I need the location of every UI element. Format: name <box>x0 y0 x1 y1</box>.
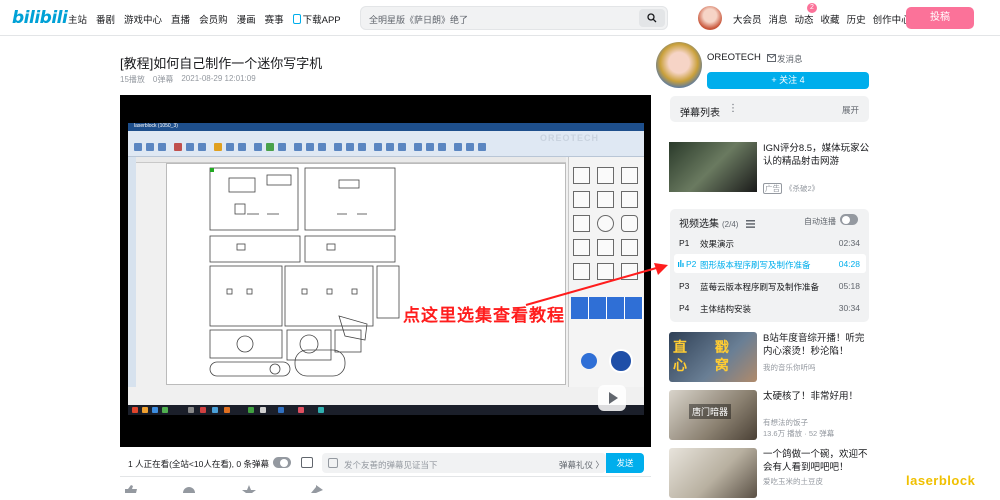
rec-title[interactable]: 太硬核了！非常好用！ <box>763 390 869 403</box>
playing-icon <box>678 260 684 267</box>
video-collection-panel: 视频选集 (2/4) 自动连播 P1 效果演示 02:34 P2 图形版本程序刷写… <box>670 209 869 322</box>
envelope-icon <box>767 54 776 62</box>
danmaku-send-bar: 1 人正在看(全站<10人在看), 0 条弹幕 发个友善的弹幕见证当下 弹幕礼仪… <box>120 449 651 477</box>
episode-item-p2[interactable]: P2 图形版本程序刷写及制作准备 04:28 <box>674 254 866 273</box>
rec-thumbnail[interactable] <box>669 448 757 498</box>
search-icon <box>647 13 657 23</box>
overlay-instruction-text: 点这里选集查看教程 <box>403 306 565 325</box>
video-player[interactable]: laserblock (1050_3) OREOTECH <box>120 95 668 447</box>
nav-history[interactable]: 历史 <box>847 12 866 26</box>
rec-author[interactable]: 爱吃玉米的土豆皮 <box>763 476 823 487</box>
ad-tag-row: 广告 《杀破2》 <box>763 183 819 194</box>
more-options-icon[interactable]: ⋮ <box>728 103 738 114</box>
ad-title[interactable]: IGN评分8.5，媒体玩家公认的精品射击网游 <box>763 142 873 168</box>
action-row <box>120 483 651 493</box>
ad-badge: 广告 <box>763 183 782 194</box>
watermark: laserblock <box>906 473 976 488</box>
rec-title[interactable]: 一个鸽做一个碗，欢迎不会有人看到吧吧吧！ <box>763 448 869 474</box>
play-button-icon[interactable] <box>598 385 626 411</box>
ad-thumbnail[interactable] <box>669 142 757 192</box>
search-bar[interactable]: 全明星版《萨日朗》绝了 <box>360 6 668 30</box>
rec-stats: 13.6万 播放 · 52 弹幕 <box>763 429 835 438</box>
search-placeholder: 全明星版《萨日朗》绝了 <box>369 15 469 25</box>
software-left-toolbox <box>128 157 136 387</box>
nav-item-esports[interactable]: 赛事 <box>265 12 284 26</box>
design-canvas <box>166 163 566 385</box>
font-style-icon[interactable] <box>328 458 338 468</box>
autoplay-toggle[interactable] <box>840 214 858 225</box>
episode-item-p1[interactable]: P1 效果演示 02:34 <box>674 233 866 252</box>
nav-item-manga[interactable]: 漫画 <box>237 12 256 26</box>
rec-author[interactable]: 我的音乐你听吗 <box>763 362 816 373</box>
favorite-icon[interactable] <box>242 485 256 493</box>
top-header: bilibili 主站 番剧 游戏中心 直播 会员购 漫画 赛事 下载APP 全… <box>0 0 1000 36</box>
rec-thumbnail[interactable]: 唐门暗器 <box>669 390 757 440</box>
coin-icon[interactable] <box>182 485 196 493</box>
danmaku-input[interactable]: 发个友善的弹幕见证当下 弹幕礼仪 〉 <box>322 453 606 473</box>
uploader-avatar[interactable] <box>656 42 702 88</box>
download-app-link[interactable]: 下载APP <box>292 12 341 26</box>
laser-parts-drawing <box>209 167 400 377</box>
rec-author[interactable]: 有想法的饭子 <box>763 417 808 428</box>
collection-header: 视频选集 (2/4) <box>679 215 756 230</box>
upload-button[interactable]: 投稿 <box>906 7 974 29</box>
episode-item-p3[interactable]: P3 蓝莓云版本程序刷写及制作准备 05:18 <box>674 276 866 295</box>
bilibili-logo[interactable]: bilibili <box>12 8 68 28</box>
phone-icon <box>292 14 301 24</box>
follow-button[interactable]: + 关注 4 <box>707 72 869 89</box>
software-brand: OREOTECH <box>540 133 600 143</box>
episode-item-p4[interactable]: P4 主体结构安装 30:34 <box>674 298 866 317</box>
nav-creator-center[interactable]: 创作中心 <box>873 12 911 26</box>
danmaku-expand-link[interactable]: 展开 <box>842 104 859 116</box>
search-button[interactable] <box>639 9 665 27</box>
nav-vip[interactable]: 大会员 <box>733 12 762 26</box>
user-avatar[interactable] <box>698 6 722 30</box>
software-toolbar: OREOTECH <box>128 131 644 157</box>
recommended-video[interactable]: 唐门暗器 太硬核了！非常好用！ 有想法的饭子 13.6万 播放 · 52 弹幕 <box>669 390 869 442</box>
nav-item-anime[interactable]: 番剧 <box>96 12 115 26</box>
nav-item-main[interactable]: 主站 <box>68 12 87 26</box>
recommended-video[interactable]: 直 戳 心 窝 B站年度音综开播！听完内心滚烫！秒沦陷！ 我的音乐你听吗 <box>669 332 869 384</box>
autoplay-label: 自动连播 <box>804 217 836 226</box>
recommended-video[interactable]: 一个鸽做一个碗，欢迎不会有人看到吧吧吧！ 爱吃玉米的土豆皮 <box>669 448 869 500</box>
nav-messages[interactable]: 消息 <box>769 12 788 26</box>
publish-date: 2021-08-29 12:01:09 <box>181 74 256 83</box>
play-count: 15播放 <box>120 75 145 84</box>
rec-title[interactable]: B站年度音综开播！听完内心滚烫！秒沦陷！ <box>763 332 869 358</box>
video-meta: 15播放 0弹幕 2021-08-29 12:01:09 <box>120 74 256 85</box>
nav-dynamic[interactable]: 动态 <box>795 12 814 26</box>
send-danmaku-button[interactable]: 发送 <box>606 453 644 473</box>
main-nav: 主站 番剧 游戏中心 直播 会员购 漫画 赛事 下载APP <box>68 12 341 26</box>
danmaku-count: 0弹幕 <box>152 75 174 84</box>
ad-source: 《杀破2》 <box>785 184 820 193</box>
nav-item-live[interactable]: 直播 <box>171 12 190 26</box>
viewer-count: 1 人正在看(全站<10人在看), 0 条弹幕 <box>128 459 269 469</box>
danmaku-toggle[interactable] <box>273 457 291 468</box>
right-nav: 大会员 消息 动态 收藏 历史 创作中心 <box>733 12 911 26</box>
uploader-name[interactable]: OREOTECH <box>707 52 761 63</box>
share-icon[interactable] <box>310 485 324 493</box>
software-titlebar: laserblock (1050_3) <box>128 123 644 131</box>
danmaku-list-header[interactable]: 弹幕列表 ⋮ 展开 <box>670 96 869 122</box>
nav-favorites[interactable]: 收藏 <box>821 12 840 26</box>
os-taskbar <box>128 405 644 415</box>
collection-count: (2/4) <box>722 220 739 229</box>
video-title: [教程]如何自己制作一个迷你写字机 <box>120 56 323 71</box>
like-icon[interactable] <box>124 485 138 493</box>
danmaku-etiquette-link[interactable]: 弹幕礼仪 〉 <box>559 459 604 471</box>
danmaku-settings-icon[interactable] <box>301 457 313 468</box>
danmaku-list-title: 弹幕列表 <box>680 108 720 119</box>
nav-item-game-center[interactable]: 游戏中心 <box>124 12 162 26</box>
rec-thumbnail[interactable]: 直 戳 心 窝 <box>669 332 757 382</box>
nav-item-shop[interactable]: 会员购 <box>199 12 228 26</box>
list-view-icon[interactable] <box>746 220 756 229</box>
dynamic-count-badge: 2 <box>807 3 817 13</box>
